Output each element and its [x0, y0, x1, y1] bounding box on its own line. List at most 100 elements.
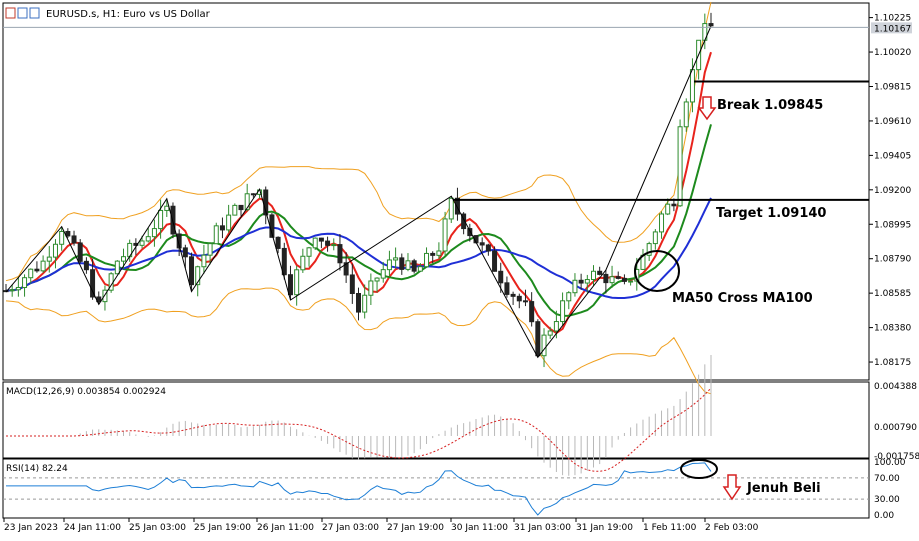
candle-body — [430, 252, 436, 256]
candle-body — [145, 236, 151, 242]
candle-body — [516, 295, 522, 302]
candle-body — [71, 235, 77, 244]
candle-body — [40, 260, 46, 272]
candle-body — [77, 242, 83, 262]
candle-body — [448, 197, 454, 220]
price-tick-label: 1.08790 — [874, 255, 911, 265]
candle-body — [380, 269, 386, 279]
candle-body — [281, 247, 287, 276]
chart-menu-icon[interactable] — [5, 7, 16, 19]
candle-body — [504, 282, 510, 295]
candle-body — [442, 218, 448, 252]
time-tick-label: 23 Jan 2023 — [4, 523, 58, 533]
candle-body — [158, 209, 164, 230]
candle-body — [59, 230, 65, 245]
candle-body — [405, 260, 411, 270]
time-tick-label: 27 Jan 03:00 — [322, 523, 379, 533]
candle-body — [306, 247, 312, 257]
candlesticks — [3, 12, 714, 368]
candle-body — [362, 294, 368, 313]
current-price-label: 1.10167 — [874, 24, 911, 34]
time-tick-label: 24 Jan 11:00 — [64, 523, 121, 533]
chart-window-icon[interactable] — [29, 7, 40, 19]
candle-body — [201, 254, 207, 268]
candle-body — [417, 266, 423, 272]
trading-chart: EURUSD.s, H1: Euro vs US Dollar 1.10225 1… — [0, 0, 919, 537]
candle-body — [615, 276, 621, 279]
candle-body — [325, 240, 331, 246]
candle-body — [708, 23, 714, 27]
candle-body — [15, 286, 21, 291]
candle-body — [22, 277, 28, 288]
candle-body — [603, 273, 609, 284]
candle-body — [560, 300, 566, 323]
price-tick-label: 1.09200 — [874, 186, 911, 196]
candle-body — [46, 256, 52, 262]
candle-body — [83, 260, 89, 271]
candle-body — [65, 230, 71, 237]
bollinger-up-band — [5, 1, 712, 282]
candle-body — [566, 292, 572, 302]
time-tick-label: 25 Jan 19:00 — [194, 523, 251, 533]
candle-body — [9, 289, 15, 292]
time-tick-label: 2 Feb 03:00 — [705, 523, 759, 533]
candle-body — [584, 279, 590, 284]
candle-body — [621, 277, 627, 282]
candle-body — [232, 204, 238, 216]
time-tick-label: 26 Jan 11:00 — [257, 523, 314, 533]
candle-body — [139, 240, 145, 246]
candle-body — [189, 256, 195, 286]
overbought-circle — [680, 459, 718, 479]
chart-type-icon[interactable] — [17, 7, 28, 19]
candle-body — [683, 101, 689, 128]
candle-body — [331, 244, 337, 247]
candle-body — [529, 301, 535, 323]
candle-body — [114, 260, 120, 275]
candle-body — [207, 243, 213, 256]
candle-body — [628, 280, 634, 283]
candle-body — [34, 268, 40, 272]
candle-body — [424, 252, 430, 268]
candle-body — [318, 237, 324, 242]
time-tick-label: 30 Jan 11:00 — [451, 523, 508, 533]
chart-annotations: Break 1.09845 Target 1.09140 MA50 Cross … — [634, 96, 826, 501]
price-tick-label: 1.10020 — [874, 48, 911, 58]
candle-body — [479, 242, 485, 246]
candle-body — [652, 231, 658, 245]
price-tick-label: 1.09610 — [874, 117, 911, 127]
candle-body — [399, 257, 405, 270]
price-panel-frame — [2, 2, 870, 381]
time-tick-label: 31 Jan 19:00 — [576, 523, 633, 533]
candle-body — [485, 244, 491, 252]
ma-cross-label: MA50 Cross MA100 — [672, 291, 813, 306]
candle-body — [337, 244, 343, 264]
candle-body — [294, 269, 300, 296]
candle-body — [374, 277, 380, 282]
macd-tick-label: 0.004388 — [874, 382, 917, 392]
price-tick-label: 1.08380 — [874, 324, 911, 334]
time-axis: 23 Jan 2023 24 Jan 11:00 25 Jan 03:00 25 Ja… — [3, 518, 759, 533]
candle-body — [164, 205, 170, 211]
price-axis: 1.10225 1.10020 1.09815 1.09610 1.09405 1.092… — [869, 14, 912, 368]
candle-body — [121, 256, 126, 262]
price-tick-label: 1.10225 — [874, 14, 911, 24]
rsi-tick-label: 0.00 — [874, 511, 894, 521]
candle-body — [591, 270, 596, 281]
candle-body — [182, 247, 188, 258]
candle-body — [28, 268, 34, 279]
candle-body — [393, 257, 399, 261]
break-arrow-icon — [697, 96, 717, 121]
candle-body — [659, 213, 665, 233]
candle-body — [572, 279, 578, 294]
candle-body — [547, 330, 553, 336]
candle-body — [250, 193, 256, 196]
time-tick-label: 25 Jan 03:00 — [129, 523, 186, 533]
time-tick-label: 1 Feb 11:00 — [643, 523, 697, 533]
price-tick-label: 1.09815 — [874, 82, 911, 92]
break-label: Break 1.09845 — [717, 98, 823, 113]
candle-body — [300, 255, 306, 271]
price-tick-label: 1.08585 — [874, 289, 911, 299]
candle-body — [238, 204, 244, 211]
candle-body — [677, 126, 683, 207]
candle-body — [498, 270, 504, 284]
